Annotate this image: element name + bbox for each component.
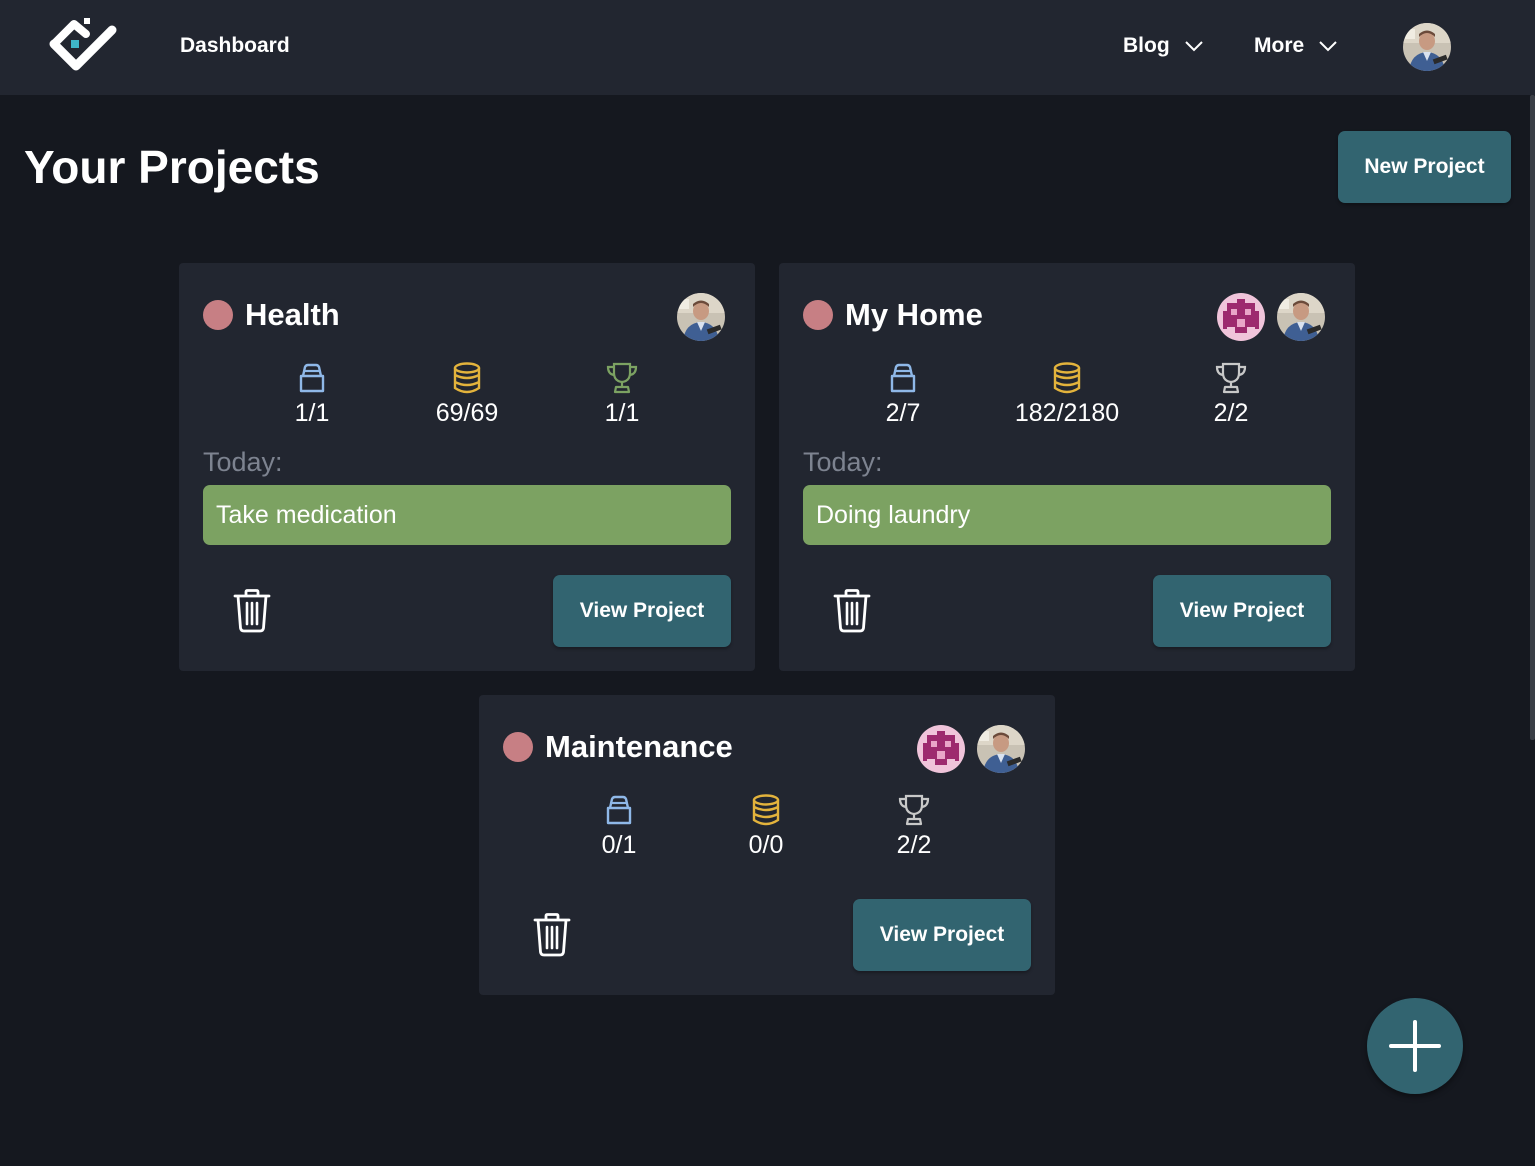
member-avatar[interactable] [677, 293, 725, 341]
trash-icon[interactable] [232, 589, 272, 633]
today-task[interactable]: Doing laundry [803, 485, 1331, 545]
project-header: My Home [803, 297, 983, 333]
stat-trophies: 1/1 [552, 361, 692, 428]
project-title: Maintenance [545, 729, 733, 764]
stat-coins: 182/2180 [997, 361, 1137, 428]
member-avatar[interactable] [917, 725, 965, 773]
project-title: My Home [845, 297, 983, 332]
project-card-maintenance: Maintenance 0/1 0/0 2/2 View Project [479, 695, 1055, 995]
stat-tasks: 0/1 [549, 793, 689, 860]
stat-coins: 69/69 [397, 361, 537, 428]
coins-icon [750, 793, 782, 827]
user-photo-icon [1277, 293, 1325, 341]
trash-icon[interactable] [832, 589, 872, 633]
trash-icon[interactable] [532, 913, 572, 957]
project-title: Health [245, 297, 340, 332]
member-avatar[interactable] [1277, 293, 1325, 341]
nav-blog-menu[interactable]: Blog [1123, 34, 1204, 58]
stat-tasks-value: 0/1 [601, 831, 637, 859]
nav-dashboard-link[interactable]: Dashboard [180, 34, 290, 58]
stat-coins-value: 69/69 [435, 399, 499, 427]
status-dot-icon [503, 732, 533, 762]
stat-tasks-value: 2/7 [885, 399, 921, 427]
stat-coins-value: 0/0 [748, 831, 784, 859]
project-members [677, 293, 725, 341]
project-members [1217, 293, 1325, 341]
coins-icon [1051, 361, 1083, 395]
project-card-health: Health 1/1 69/69 1/1 Today: Take medicat… [179, 263, 755, 671]
stat-coins: 0/0 [696, 793, 836, 860]
plus-icon [1389, 1020, 1441, 1072]
scrollbar-thumb[interactable] [1530, 95, 1535, 740]
stat-trophies-value: 2/2 [1213, 399, 1249, 427]
view-project-button[interactable]: View Project [1153, 575, 1331, 647]
today-label: Today: [803, 447, 883, 477]
member-avatar[interactable] [977, 725, 1025, 773]
trophy-icon [898, 794, 930, 826]
add-project-button[interactable] [1367, 998, 1463, 1094]
stat-trophies: 2/2 [844, 793, 984, 860]
nav-more-label: More [1254, 34, 1305, 57]
today-label: Today: [203, 447, 283, 477]
member-avatar[interactable] [1217, 293, 1265, 341]
stat-tasks-value: 1/1 [294, 399, 330, 427]
view-project-button[interactable]: View Project [553, 575, 731, 647]
stat-coins-value: 182/2180 [1014, 399, 1120, 427]
task-box-icon [603, 793, 635, 827]
project-members [917, 725, 1025, 773]
app-logo-icon[interactable] [46, 16, 120, 78]
user-avatar[interactable] [1403, 23, 1451, 71]
pixel-avatar-icon [1217, 293, 1265, 341]
new-project-button[interactable]: New Project [1338, 131, 1511, 203]
project-header: Health [203, 297, 340, 333]
stat-tasks: 2/7 [833, 361, 973, 428]
nav-blog-label: Blog [1123, 34, 1170, 57]
status-dot-icon [803, 300, 833, 330]
view-project-button[interactable]: View Project [853, 899, 1031, 971]
project-card-my-home: My Home 2/7 182/2180 2/2 Today: Doing la… [779, 263, 1355, 671]
coins-icon [451, 361, 483, 395]
status-dot-icon [203, 300, 233, 330]
stat-trophies-value: 2/2 [896, 831, 932, 859]
project-header: Maintenance [503, 729, 733, 765]
user-photo-icon [1403, 23, 1451, 71]
pixel-avatar-icon [917, 725, 965, 773]
top-navigation-bar: Dashboard Blog More [0, 0, 1535, 95]
task-box-icon [887, 361, 919, 395]
chevron-down-icon [1184, 41, 1203, 52]
user-photo-icon [977, 725, 1025, 773]
trophy-icon [1215, 362, 1247, 394]
chevron-down-icon [1319, 41, 1337, 52]
stat-trophies: 2/2 [1161, 361, 1301, 428]
stat-trophies-value: 1/1 [604, 399, 640, 427]
user-photo-icon [677, 293, 725, 341]
nav-more-menu[interactable]: More [1254, 34, 1338, 58]
page-title: Your Projects [24, 141, 320, 193]
today-task[interactable]: Take medication [203, 485, 731, 545]
task-box-icon [296, 361, 328, 395]
stat-tasks: 1/1 [242, 361, 382, 428]
trophy-icon [606, 362, 638, 394]
